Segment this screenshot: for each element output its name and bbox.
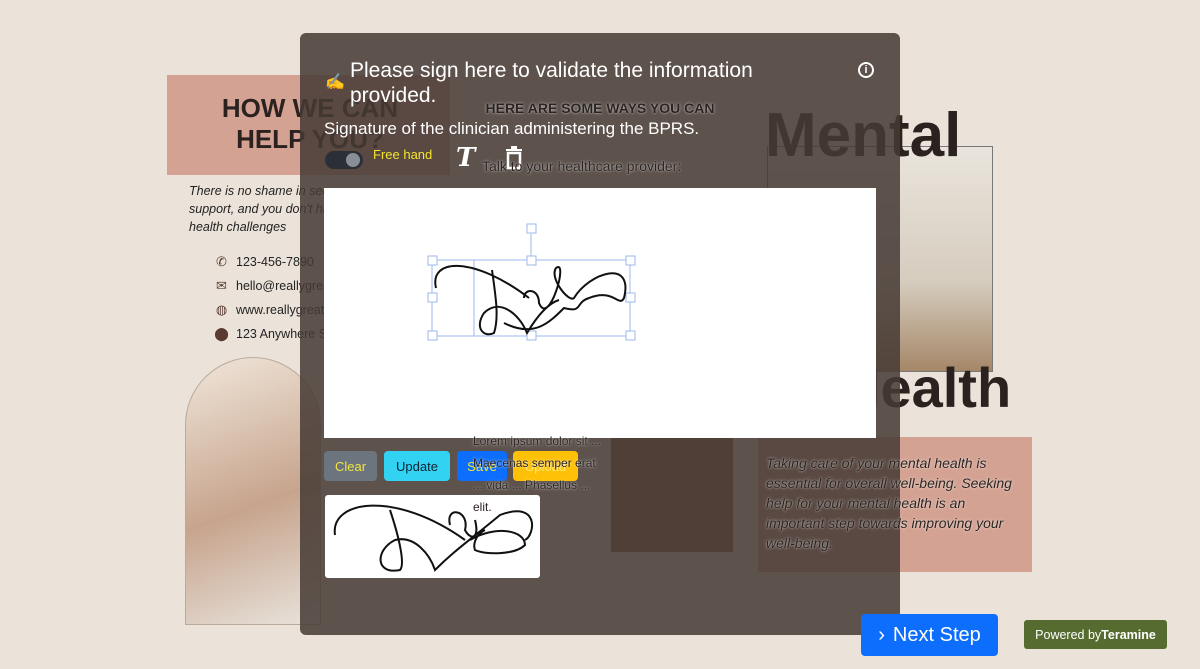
talk-item: Talk to your healthcare provider: — [482, 158, 682, 174]
modal-subtitle: Signature of the clinician administering… — [324, 119, 700, 138]
care-text: Taking care of your mental health is ess… — [766, 455, 1012, 551]
chevron-right-icon: › — [878, 623, 885, 646]
signature-canvas[interactable] — [324, 188, 876, 438]
free-hand-label: Free hand — [373, 147, 433, 162]
clear-button[interactable]: Clear — [324, 451, 377, 481]
ways-title: HERE ARE SOME WAYS YOU CAN — [485, 100, 715, 116]
free-hand-toggle[interactable] — [325, 151, 363, 169]
powered-by-badge[interactable]: Powered by Teramine — [1024, 620, 1167, 649]
globe-icon: ◍ — [215, 302, 228, 317]
location-icon: ⬤ — [214, 326, 229, 341]
mail-icon: ✉ — [216, 278, 227, 293]
next-step-button[interactable]: › Next Step — [861, 614, 998, 656]
phone-icon: ✆ — [216, 254, 227, 269]
contact-phone: ✆ 123-456-7890 — [214, 254, 314, 269]
info-icon[interactable]: i — [858, 62, 874, 78]
update-button[interactable]: Update — [384, 451, 450, 481]
text-tool-icon[interactable]: T — [456, 143, 475, 173]
signature-icon: ✍ — [325, 74, 345, 91]
lorem-text: Lorem ipsum dolor sit ... Maecenas sempe… — [473, 434, 602, 514]
